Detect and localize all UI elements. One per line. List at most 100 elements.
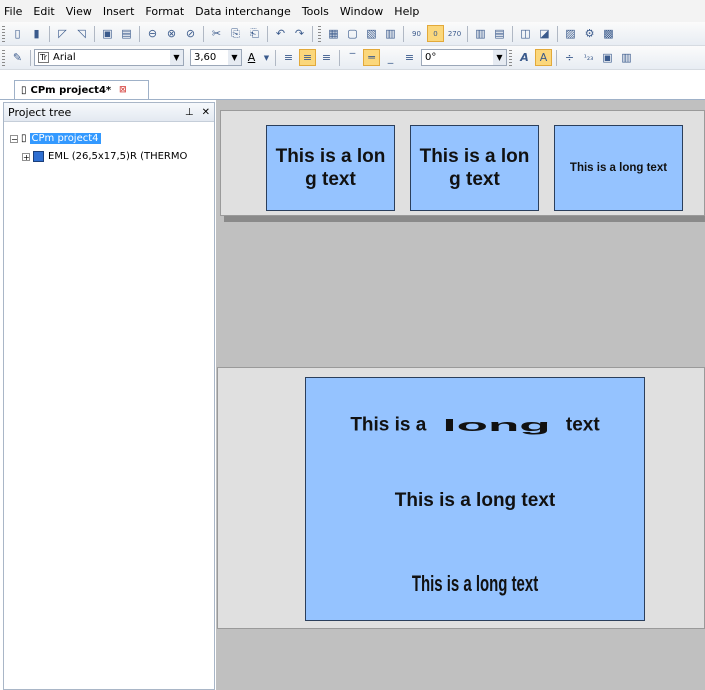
toolbar-separator (403, 25, 404, 42)
toolbar-grip[interactable] (2, 49, 5, 66)
font-size-select[interactable]: 3,60 ▼ (190, 49, 242, 66)
text-label-large[interactable]: This is a long text This is a long text … (305, 377, 645, 621)
open-recent-icon[interactable]: ◹ (73, 25, 90, 42)
menu-window[interactable]: Window (340, 5, 383, 18)
document-icon: ▯ (21, 84, 27, 96)
tree-child-label[interactable]: EML (26,5x17,5)R (THERMO (48, 151, 187, 162)
valign-bottom-icon[interactable]: _ (382, 49, 399, 66)
text-label-3[interactable]: This is a long text (554, 125, 683, 211)
panel-header: Project tree ⊥ ✕ (4, 103, 214, 122)
align-objects-icon[interactable]: ▥ (472, 25, 489, 42)
label-icon (33, 151, 44, 162)
menu-data-interchange[interactable]: Data interchange (195, 5, 291, 18)
toolbar-separator (557, 25, 558, 42)
close-icon[interactable]: ✕ (202, 107, 210, 118)
cut-icon[interactable]: ✂ (208, 25, 225, 42)
toolbar-separator (467, 25, 468, 42)
valign-middle-icon[interactable]: ═ (363, 49, 380, 66)
collapse-icon[interactable]: − (10, 134, 18, 143)
redo-icon[interactable]: ↷ (291, 25, 308, 42)
rotate-90-icon[interactable]: 90 (408, 25, 425, 42)
chevron-down-icon[interactable]: ▼ (493, 50, 506, 65)
chevron-down-icon[interactable]: ▼ (228, 50, 241, 65)
menu-bar: File Edit View Insert Format Data interc… (0, 0, 705, 22)
insert-barcode-icon[interactable]: ▥ (382, 25, 399, 42)
rotate-0-icon[interactable]: 0 (427, 25, 444, 42)
insert-text-icon[interactable]: ▦ (325, 25, 342, 42)
toolbar-grip[interactable] (318, 25, 321, 42)
justify-icon[interactable]: ≡ (401, 49, 418, 66)
rotate-270-icon[interactable]: 270 (446, 25, 463, 42)
image-icon[interactable]: ▣ (599, 49, 616, 66)
copy-icon[interactable]: ⎘ (227, 25, 244, 42)
toolbar-separator (94, 25, 95, 42)
toolbar-grip[interactable] (509, 49, 512, 66)
tree-root-label[interactable]: CPm project4 (29, 133, 101, 144)
text-label-2[interactable]: This is a long text (410, 125, 539, 211)
valign-top-icon[interactable]: ‾ (344, 49, 361, 66)
align-left-icon[interactable]: ≡ (280, 49, 297, 66)
pen-icon[interactable]: ✎ (9, 49, 26, 66)
print-preview-icon[interactable]: ⊗ (163, 25, 180, 42)
new-template-icon[interactable]: ▮ (28, 25, 45, 42)
toolbar-separator (312, 25, 313, 42)
more-icon[interactable]: ▩ (600, 25, 617, 42)
align-right-icon[interactable]: ≡ (318, 49, 335, 66)
new-file-icon[interactable]: ▯ (9, 25, 26, 42)
undo-icon[interactable]: ↶ (272, 25, 289, 42)
insert-image-icon[interactable]: ▧ (363, 25, 380, 42)
toolbar-separator (203, 25, 204, 42)
close-icon[interactable]: ⊠ (119, 85, 127, 95)
save-icon[interactable]: ▣ (99, 25, 116, 42)
chevron-down-icon[interactable]: ▼ (170, 50, 183, 65)
tree-child-node[interactable]: + EML (26,5x17,5)R (THERMO (22, 151, 187, 162)
format-toolbar: ✎ Tr Arial ▼ 3,60 ▼ A ▼ ≡ ≡ ≡ ‾ ═ _ ≡ 0°… (0, 46, 705, 70)
insert-object-icon[interactable]: ▢ (344, 25, 361, 42)
tab-cpm-project4[interactable]: ▯ CPm project4* ⊠ (14, 80, 149, 99)
menu-insert[interactable]: Insert (103, 5, 135, 18)
font-name-select[interactable]: Tr Arial ▼ (34, 49, 184, 66)
save-as-icon[interactable]: ▤ (118, 25, 135, 42)
text-label-3-text: This is a long text (569, 162, 668, 174)
open-folder-icon[interactable]: ◸ (54, 25, 71, 42)
tab-label: CPm project4* (30, 84, 112, 96)
pin-icon[interactable]: ⊥ (185, 107, 194, 118)
menu-help[interactable]: Help (394, 5, 419, 18)
truetype-icon: Tr (38, 52, 49, 63)
chevron-down-icon[interactable]: ▼ (262, 49, 271, 66)
superscript-icon[interactable]: ¹₂₃ (580, 49, 597, 66)
align-center-icon[interactable]: ≡ (299, 49, 316, 66)
standard-toolbar: ▯ ▮ ◸ ◹ ▣ ▤ ⊖ ⊗ ⊘ ✂ ⎘ ⎗ ↶ ↷ ▦ ▢ ▧ ▥ 90 0… (0, 22, 705, 46)
design-canvas[interactable]: This is a long text This is a long text … (216, 100, 705, 690)
menu-file[interactable]: File (4, 5, 22, 18)
group-icon[interactable]: ◫ (517, 25, 534, 42)
menu-view[interactable]: View (66, 5, 92, 18)
menu-edit[interactable]: Edit (33, 5, 54, 18)
menu-tools[interactable]: Tools (302, 5, 329, 18)
expand-icon[interactable]: + (22, 152, 30, 161)
toolbar-separator (30, 49, 31, 66)
text-color-icon[interactable]: A (243, 49, 260, 66)
distribute-icon[interactable]: ▤ (491, 25, 508, 42)
rotation-select[interactable]: 0° ▼ (421, 49, 507, 66)
barcode-icon[interactable]: ▥ (618, 49, 635, 66)
text-format-icon[interactable]: A (535, 49, 552, 66)
toolbar-grip[interactable] (2, 25, 5, 42)
text-label-1[interactable]: This is a long text (266, 125, 395, 211)
font-name-value: Arial (53, 52, 76, 63)
text-label-2-text: This is a long text (419, 146, 530, 190)
settings-icon[interactable]: ⚙ (581, 25, 598, 42)
toolbar-separator (49, 25, 50, 42)
ungroup-icon[interactable]: ◪ (536, 25, 553, 42)
print-setup-icon[interactable]: ⊘ (182, 25, 199, 42)
document-icon: ▯ (21, 133, 27, 144)
layer-icon[interactable]: ▨ (562, 25, 579, 42)
font-size-value: 3,60 (194, 52, 217, 63)
menu-format[interactable]: Format (145, 5, 184, 18)
italic-a-icon[interactable]: A (516, 49, 533, 66)
paste-icon[interactable]: ⎗ (246, 25, 263, 42)
text-line-normal: This is a long text (394, 490, 556, 511)
tree-root-node[interactable]: − ▯ CPm project4 (10, 133, 101, 144)
print-icon[interactable]: ⊖ (144, 25, 161, 42)
strikethrough-icon[interactable]: ÷ (561, 49, 578, 66)
